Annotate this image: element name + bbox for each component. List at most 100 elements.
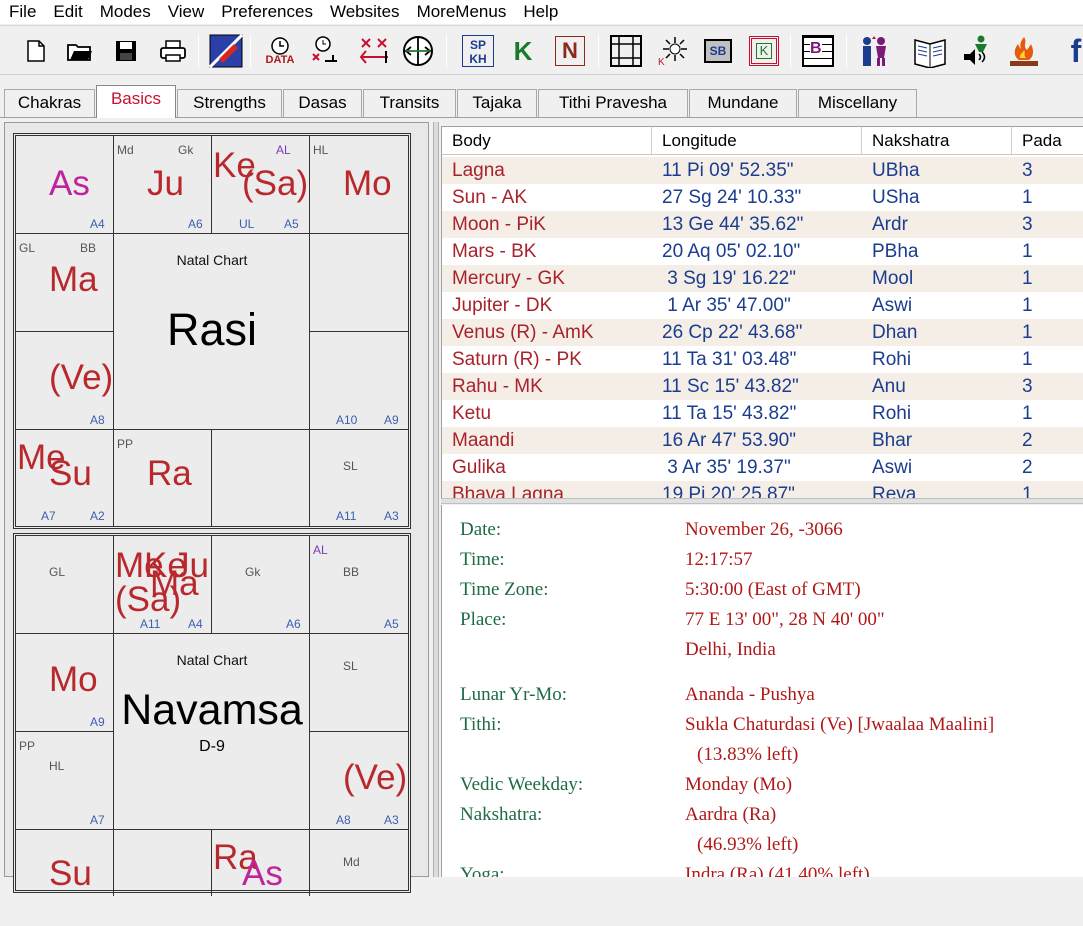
col-pada[interactable]: Pada — [1012, 127, 1083, 154]
special-point-label: GL — [49, 565, 66, 579]
navamsa-house-virgo[interactable]: Md — [310, 830, 408, 896]
print-icon[interactable] — [155, 32, 191, 70]
pane-splitter[interactable] — [433, 122, 439, 877]
rasi-house-leo[interactable]: A10 A9 — [310, 332, 408, 430]
table-row[interactable]: Gulika 3 Ar 35' 19.37" Aswi 2 — [442, 454, 1083, 481]
fire-icon[interactable] — [1006, 32, 1042, 70]
table-row[interactable]: Moon - PiK 13 Ge 44' 35.62" Ardr 3 — [442, 211, 1083, 238]
tab-tithi-pravesha[interactable]: Tithi Pravesha — [538, 89, 688, 117]
navamsa-chart[interactable]: GL Me Ke Ju Ma (Sa) A11 A4 Gk A6 AL BB A… — [13, 533, 411, 896]
tab-tajaka[interactable]: Tajaka — [457, 89, 537, 117]
navamsa-house-capricorn[interactable]: PP HL A7 — [16, 732, 114, 830]
table-row[interactable]: Venus (R) - AmK 26 Cp 22' 43.68" Dhan 1 — [442, 319, 1083, 346]
sun-k-icon[interactable]: K — [655, 32, 691, 70]
open-folder-icon[interactable] — [62, 32, 98, 70]
rasi-house-aries[interactable]: Md Gk Ju A6 — [114, 136, 212, 234]
facebook-icon[interactable]: f — [1058, 32, 1083, 70]
rasi-house-virgo[interactable]: SL A11 A3 — [310, 430, 408, 526]
menu-help[interactable]: Help — [514, 0, 566, 24]
facebook-f-label: f — [1070, 33, 1082, 69]
navamsa-house-leo[interactable]: (Ve) A8 A3 — [310, 732, 408, 830]
couple-icon[interactable] — [856, 32, 892, 70]
menu-file[interactable]: File — [0, 0, 44, 24]
rasi-house-cancer[interactable] — [310, 234, 408, 332]
grid-chart-icon[interactable] — [608, 32, 644, 70]
place-coordinates: 77 E 13' 00", 28 N 40' 00" — [685, 609, 885, 630]
sb-icon[interactable]: SB — [700, 32, 736, 70]
planet-label: Mo — [49, 660, 98, 699]
navamsa-house-sagittarius[interactable]: Su — [16, 830, 114, 896]
navamsa-house-taurus[interactable]: Gk A6 — [212, 536, 310, 634]
table-row[interactable]: Maandi 16 Ar 47' 53.90" Bhar 2 — [442, 427, 1083, 454]
menu-websites[interactable]: Websites — [321, 0, 408, 24]
table-row[interactable]: Bhava Lagna 19 Pi 20' 25.87" Reva 1 — [442, 481, 1083, 498]
rasi-house-pisces[interactable]: As A4 — [16, 136, 114, 234]
speaker-figure-icon[interactable] — [960, 32, 996, 70]
menu-preferences[interactable]: Preferences — [212, 0, 321, 24]
b-chart-icon[interactable]: B — [800, 32, 836, 70]
col-body[interactable]: Body — [442, 127, 652, 154]
tab-dasas[interactable]: Dasas — [283, 89, 362, 117]
rasi-house-taurus[interactable]: Ke (Sa) AL UL A5 — [212, 136, 310, 234]
table-row[interactable]: Mercury - GK 3 Sg 19' 16.22" Mool 1 — [442, 265, 1083, 292]
rasi-house-sagittarius[interactable]: Me Su A7 A2 — [16, 430, 114, 526]
menu-edit[interactable]: Edit — [44, 0, 90, 24]
navamsa-house-aquarius[interactable]: Mo A9 — [16, 634, 114, 732]
rasi-house-libra[interactable] — [212, 430, 310, 526]
table-row[interactable]: Saturn (R) - PK 11 Ta 31' 03.48" Rohi 1 — [442, 346, 1083, 373]
planet-label: (Sa) — [115, 580, 182, 619]
compass-icon[interactable] — [400, 32, 436, 70]
navamsa-house-cancer[interactable]: SL — [310, 634, 408, 732]
rasi-house-aquarius[interactable]: GL BB Ma — [16, 234, 114, 332]
tab-strengths[interactable]: Strengths — [177, 89, 282, 117]
tab-miscellany[interactable]: Miscellany — [798, 89, 917, 117]
rasi-house-scorpio[interactable]: PP Ra — [114, 430, 212, 526]
k-icon[interactable]: K — [505, 32, 541, 70]
table-row[interactable]: Ketu 11 Ta 15' 43.82" Rohi 1 — [442, 400, 1083, 427]
navamsa-house-libra[interactable]: Ra As — [212, 830, 310, 896]
cell-pada: 2 — [1022, 430, 1033, 451]
data-clock-icon[interactable]: DATA — [262, 32, 298, 70]
tab-mundane[interactable]: Mundane — [689, 89, 797, 117]
planet-label: Mo — [343, 164, 392, 203]
col-longitude[interactable]: Longitude — [652, 127, 862, 154]
col-nakshatra[interactable]: Nakshatra — [862, 127, 1012, 154]
cell-pada: 1 — [1022, 403, 1033, 424]
table-row[interactable]: Jupiter - DK 1 Ar 35' 47.00" Aswi 1 — [442, 292, 1083, 319]
menu-view[interactable]: View — [159, 0, 213, 24]
rasi-house-gemini[interactable]: HL Mo — [310, 136, 408, 234]
cell-nakshatra: USha — [872, 187, 920, 208]
special-point-label: HL — [313, 143, 329, 157]
n-icon[interactable]: N — [552, 32, 588, 70]
save-icon[interactable] — [108, 32, 144, 70]
tab-chakras[interactable]: Chakras — [4, 89, 95, 117]
chart-display-icon[interactable] — [208, 32, 244, 70]
tab-basics[interactable]: Basics — [96, 85, 176, 118]
k-box-icon[interactable]: K — [746, 32, 782, 70]
table-row[interactable]: Lagna 11 Pi 09' 52.35" UBha 3 — [442, 157, 1083, 184]
new-file-icon[interactable] — [18, 32, 54, 70]
sp-kh-icon[interactable]: SP KH — [460, 32, 496, 70]
place-label: Place: — [460, 609, 507, 630]
cell-pada: 2 — [1022, 457, 1033, 478]
book-icon[interactable] — [912, 32, 948, 70]
table-row[interactable]: Rahu - MK 11 Sc 15' 43.82" Anu 3 — [442, 373, 1083, 400]
planet-label: Ra — [147, 454, 192, 493]
yoga-label: Yoga: — [460, 864, 505, 877]
table-row[interactable]: Sun - AK 27 Sg 24' 10.33" USha 1 — [442, 184, 1083, 211]
rasi-chart[interactable]: As A4 Md Gk Ju A6 Ke (Sa) AL UL A5 HL Mo — [13, 133, 411, 529]
navamsa-house-scorpio[interactable] — [114, 830, 212, 896]
navamsa-house-pisces[interactable]: GL — [16, 536, 114, 634]
transit-x-icon[interactable] — [357, 32, 393, 70]
navamsa-house-aries[interactable]: Me Ke Ju Ma (Sa) A11 A4 — [114, 536, 212, 634]
horizontal-splitter[interactable] — [441, 498, 1083, 504]
planet-label: Su — [49, 454, 92, 493]
tab-transits[interactable]: Transits — [363, 89, 456, 117]
menu-moremenus[interactable]: MoreMenus — [408, 0, 515, 24]
navamsa-house-gemini[interactable]: AL BB A5 — [310, 536, 408, 634]
rasi-house-capricorn[interactable]: (Ve) A8 — [16, 332, 114, 430]
menu-modes[interactable]: Modes — [91, 0, 159, 24]
arudha-label: A11 — [140, 617, 161, 631]
table-row[interactable]: Mars - BK 20 Aq 05' 02.10" PBha 1 — [442, 238, 1083, 265]
clock-x-icon[interactable] — [307, 32, 343, 70]
